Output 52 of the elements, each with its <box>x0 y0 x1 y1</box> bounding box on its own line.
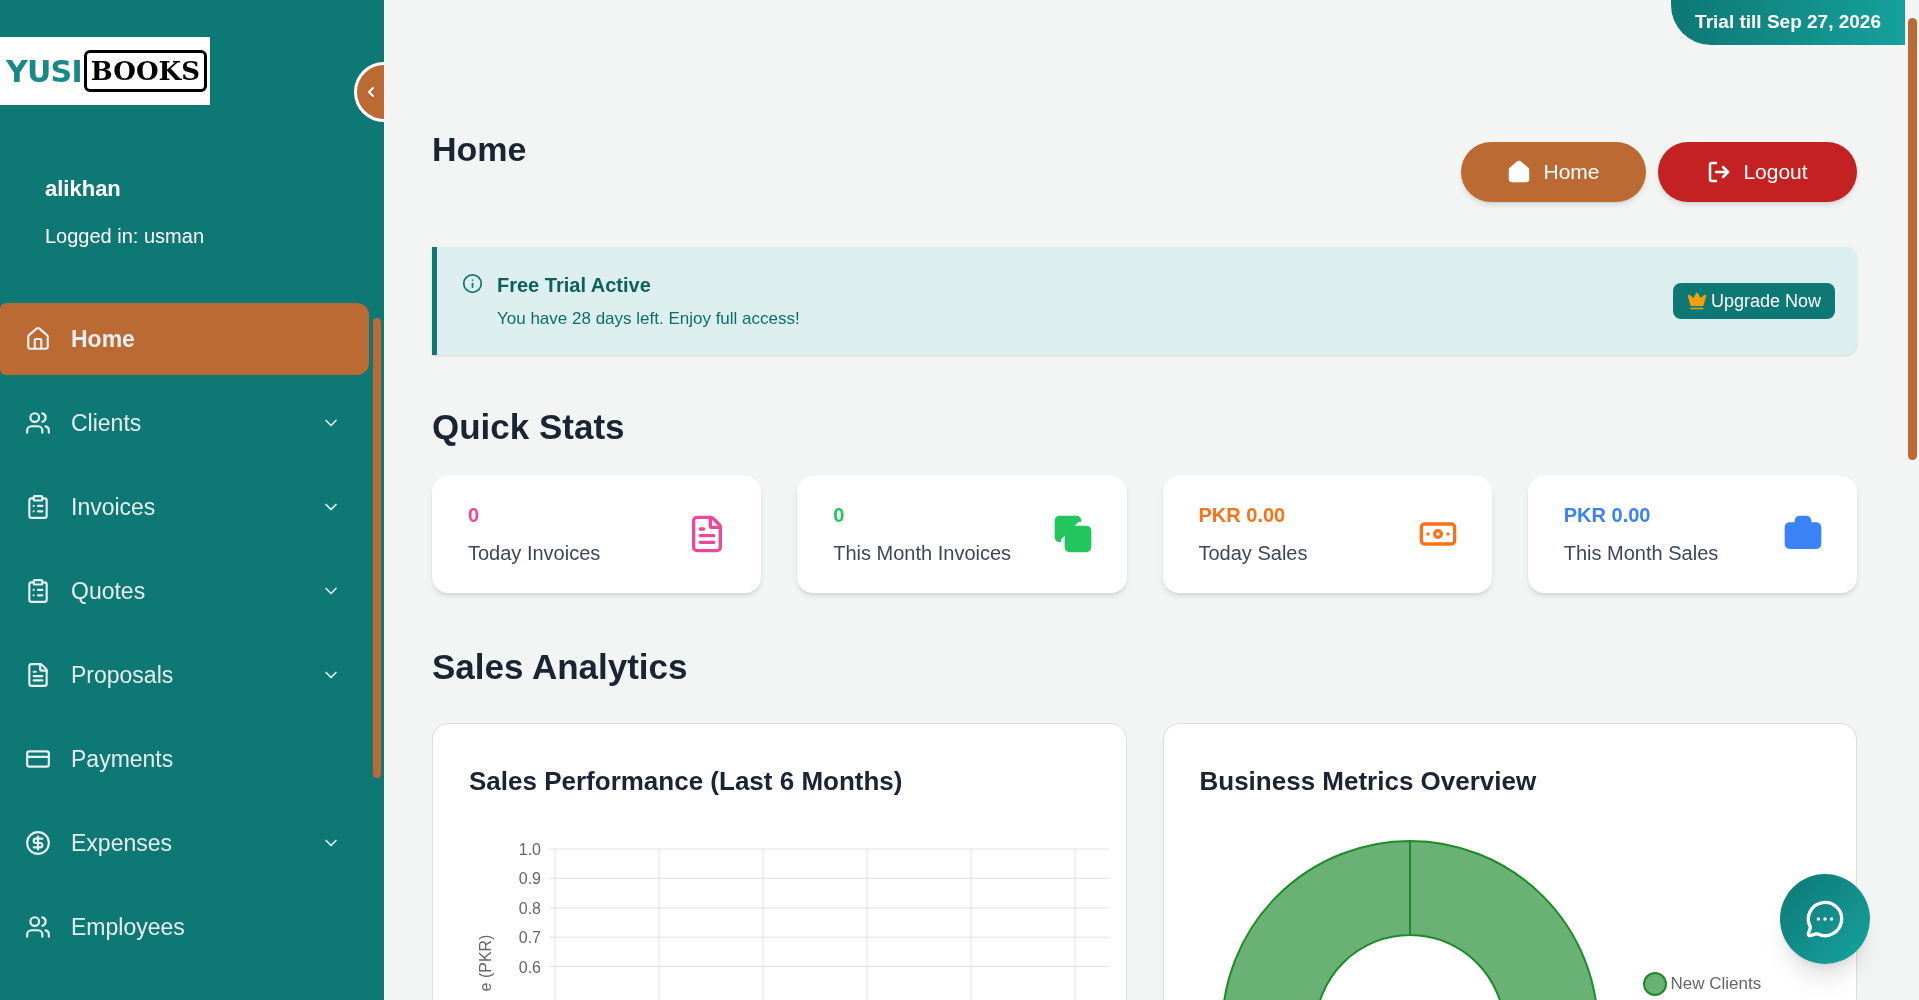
logout-icon <box>1707 160 1732 184</box>
tick-label: 1.0 <box>518 841 541 858</box>
stat-value: PKR 0.00 <box>1198 503 1287 528</box>
page-title: Home <box>432 132 527 166</box>
stat-label: This Month Invoices <box>833 541 1012 566</box>
stat-label: Today Invoices <box>468 541 601 566</box>
tick-label: 0.7 <box>518 929 541 947</box>
nav-item[interactable]: Home <box>0 303 369 375</box>
axis-title: e (PKR) <box>477 934 494 992</box>
logout-button[interactable]: Logout <box>1658 142 1857 202</box>
tick-label: 0.9 <box>518 870 541 888</box>
chat-icon <box>1805 899 1845 939</box>
nav-item[interactable]: Invoices <box>0 471 369 543</box>
scrollbar-thumb[interactable] <box>373 318 381 778</box>
trial-badge: Trial till Sep 27, 2026 <box>1671 0 1905 45</box>
nav-item[interactable]: Payments <box>0 723 369 795</box>
nav-item[interactable]: Clients <box>0 387 369 459</box>
clipboard-icon <box>25 578 51 604</box>
nav-item[interactable]: Quotes <box>0 555 369 627</box>
clipboard-icon <box>25 494 51 520</box>
banner-title: Free Trial Active <box>497 273 652 299</box>
dollar-icon <box>25 830 51 856</box>
legend-label: New Clients <box>1670 973 1762 995</box>
logo: YUSI BOOKS <box>0 37 210 105</box>
logged-in-text: Logged in: usman <box>45 224 205 249</box>
people-icon <box>25 410 51 436</box>
house-icon <box>25 326 51 352</box>
nav-item[interactable]: Proposals <box>0 639 369 711</box>
section-title: Quick Stats <box>432 406 626 448</box>
username: alikhan <box>45 175 122 203</box>
chart-title: Sales Performance (Last 6 Months) <box>469 765 904 798</box>
copy-icon <box>1052 514 1093 554</box>
info-icon <box>462 273 483 295</box>
document-icon <box>25 662 51 688</box>
chart-title: Business Metrics Overview <box>1199 765 1538 798</box>
home-button[interactable]: Home <box>1461 142 1646 202</box>
house-icon <box>1507 160 1532 184</box>
scrollbar-thumb[interactable] <box>1908 18 1917 460</box>
people-icon <box>25 914 51 940</box>
stat-label: Today Sales <box>1198 541 1308 566</box>
stat-value: 0 <box>468 503 481 528</box>
tick-label: 0.8 <box>518 899 541 917</box>
stat-value: 0 <box>833 503 846 528</box>
upgrade-button[interactable]: Upgrade Now <box>1672 283 1835 319</box>
crown-icon <box>1686 291 1707 311</box>
nav-item[interactable]: Expenses <box>0 807 369 879</box>
nav-item[interactable]: Employees <box>0 891 369 963</box>
tick-label: 0.6 <box>518 958 541 976</box>
stat-value: PKR 0.00 <box>1563 503 1652 528</box>
banner-message: You have 28 days left. Enjoy full access! <box>497 308 800 331</box>
section-title: Sales Analytics <box>432 645 689 688</box>
stat-label: This Month Sales <box>1563 541 1719 566</box>
